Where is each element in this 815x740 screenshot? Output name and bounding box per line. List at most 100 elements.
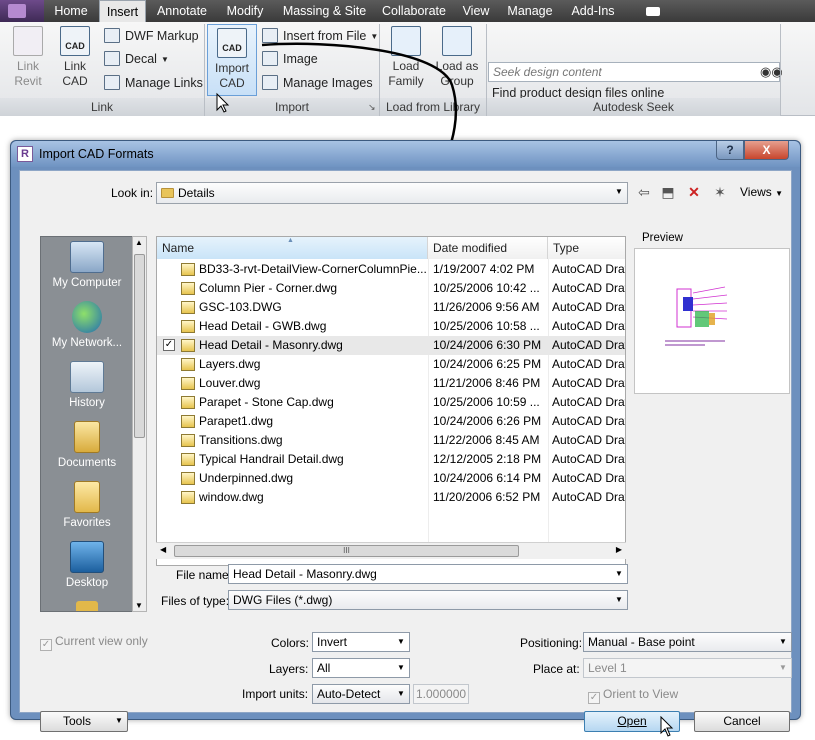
file-type-cell: AutoCAD Draw — [552, 357, 626, 371]
look-in-dropdown[interactable]: Details ▼ — [156, 182, 628, 204]
load-as-group-icon — [442, 26, 472, 56]
scrollbar-thumb[interactable]: III — [174, 545, 519, 557]
import-cad-button[interactable]: CAD Import CAD — [207, 24, 257, 96]
tab-annotate[interactable]: Annotate — [150, 0, 214, 22]
places-scrollbar[interactable]: ▲ ▼ — [132, 236, 147, 612]
manage-images-button[interactable]: Manage Images — [262, 73, 373, 93]
load-as-group-button[interactable]: Load as Group — [433, 26, 481, 89]
dwf-markup-button[interactable]: DWF Markup — [104, 26, 199, 46]
import-units-value: Auto-Detect — [317, 687, 381, 701]
file-row[interactable]: ✓ Head Detail - Masonry.dwg 10/24/2006 6:3… — [157, 336, 625, 355]
scroll-down-icon[interactable]: ▼ — [135, 601, 143, 610]
current-view-only-checkbox[interactable]: ✓ Current view only — [40, 634, 148, 651]
import-units-dropdown[interactable]: Auto-Detect ▼ — [312, 684, 410, 704]
file-row[interactable]: window.dwg 11/20/2006 6:52 PM AutoCAD Draw — [157, 488, 625, 507]
seek-search-input[interactable]: Seek design content — [488, 62, 780, 82]
dialog-title: Import CAD Formats — [39, 147, 154, 161]
file-list-hscrollbar[interactable]: ◀ III ▶ — [156, 542, 626, 559]
dialog-client-area: Look in: Details ▼ ⇦ ⬒ ✕ ✶ Views ▼ Previ… — [19, 170, 792, 737]
back-icon[interactable]: ⇦ — [634, 182, 654, 202]
file-row[interactable]: BD33-3-rvt-DetailView-CornerColumnPie...… — [157, 260, 625, 279]
place-at-dropdown[interactable]: Level 1 ▼ — [583, 658, 792, 678]
dialog-launcher-icon[interactable]: ↘ — [368, 102, 376, 113]
place-my-network[interactable]: My Network... — [41, 301, 133, 349]
ribbon-minimize-icon[interactable] — [646, 7, 660, 16]
link-cad-button[interactable]: CAD Link CAD — [56, 26, 94, 89]
cancel-button[interactable]: Cancel — [694, 711, 790, 732]
column-header-label: Name — [162, 241, 195, 255]
insert-from-file-button[interactable]: Insert from File ▼ — [262, 26, 378, 46]
network-globe-icon — [72, 301, 102, 333]
tab-home[interactable]: Home — [48, 0, 94, 22]
load-family-button[interactable]: Load Family — [385, 26, 427, 89]
dwg-file-icon — [181, 263, 195, 276]
tab-manage[interactable]: Manage — [504, 0, 556, 22]
tools-menu-button[interactable]: Tools ▼ — [40, 711, 128, 732]
units-factor-field[interactable]: 1.000000 — [413, 684, 469, 704]
tab-add-ins[interactable]: Add-Ins — [568, 0, 618, 22]
place-desktop[interactable]: Desktop — [41, 541, 133, 589]
scrollbar-thumb[interactable] — [134, 254, 145, 438]
file-row[interactable]: Louver.dwg 11/21/2006 8:46 PM AutoCAD Draw — [157, 374, 625, 393]
place-history[interactable]: History — [41, 361, 133, 409]
colors-dropdown[interactable]: Invert ▼ — [312, 632, 410, 652]
tab-view[interactable]: View — [458, 0, 494, 22]
decal-button[interactable]: Decal ▼ — [104, 49, 169, 69]
column-header-date-modified[interactable]: Date modified — [428, 237, 548, 259]
manage-links-button[interactable]: Manage Links — [104, 73, 203, 93]
open-label: Open — [617, 714, 647, 728]
file-row[interactable]: GSC-103.DWG 11/26/2006 9:56 AM AutoCAD Dra… — [157, 298, 625, 317]
file-row[interactable]: Head Detail - GWB.dwg 10/25/2006 10:58 ..… — [157, 317, 625, 336]
file-row[interactable]: Column Pier - Corner.dwg 10/25/2006 10:42… — [157, 279, 625, 298]
file-row[interactable]: Underpinned.dwg 10/24/2006 6:14 PM AutoCAD… — [157, 469, 625, 488]
application-menu-button[interactable] — [0, 0, 44, 22]
place-favorites[interactable]: Favorites — [41, 481, 133, 529]
place-label: My Computer — [52, 277, 122, 289]
file-name-cell: Column Pier - Corner.dwg — [199, 281, 338, 295]
file-name-cell: GSC-103.DWG — [199, 300, 282, 314]
link-revit-button[interactable]: Link Revit — [6, 26, 50, 89]
column-header-type[interactable]: Type — [548, 237, 625, 259]
place-more[interactable] — [41, 601, 133, 611]
tab-collaborate[interactable]: Collaborate — [378, 0, 450, 22]
import-cad-dialog: R Import CAD Formats ? X Look in: Detail… — [10, 140, 801, 737]
place-my-computer[interactable]: My Computer — [41, 241, 133, 289]
tab-modify[interactable]: Modify — [220, 0, 270, 22]
close-button[interactable]: X — [744, 141, 789, 160]
tab-massing-site[interactable]: Massing & Site — [277, 0, 372, 22]
positioning-dropdown[interactable]: Manual - Base point ▼ — [583, 632, 792, 652]
place-documents[interactable]: Documents — [41, 421, 133, 469]
file-name-cell: Head Detail - GWB.dwg — [199, 319, 327, 333]
layers-label: Layers: — [269, 662, 309, 676]
file-row[interactable]: Parapet1.dwg 10/24/2006 6:26 PM AutoCAD Dr… — [157, 412, 625, 431]
checkbox-checked-icon: ✓ — [40, 639, 52, 651]
file-name-field[interactable]: Head Detail - Masonry.dwg ▼ — [228, 564, 628, 584]
file-row[interactable]: Parapet - Stone Cap.dwg 10/25/2006 10:59 … — [157, 393, 625, 412]
places-bar: My Computer My Network... History Docume… — [40, 236, 147, 612]
up-one-level-icon[interactable]: ⬒ — [658, 182, 678, 202]
views-menu-button[interactable]: Views ▼ — [740, 185, 783, 199]
help-button[interactable]: ? — [716, 141, 744, 160]
file-row[interactable]: Transitions.dwg 11/22/2006 8:45 AM AutoCAD… — [157, 431, 625, 450]
file-type-cell: AutoCAD Draw — [552, 338, 626, 352]
file-row[interactable]: Layers.dwg 10/24/2006 6:25 PM AutoCAD Draw — [157, 355, 625, 374]
files-of-type-value: DWG Files (*.dwg) — [233, 593, 333, 607]
place-at-label: Place at: — [533, 662, 580, 676]
image-button[interactable]: Image — [262, 49, 318, 69]
layers-dropdown[interactable]: All ▼ — [312, 658, 410, 678]
files-of-type-dropdown[interactable]: DWG Files (*.dwg) ▼ — [228, 590, 628, 610]
checkbox-checked-icon[interactable]: ✓ — [163, 339, 175, 351]
orient-to-view-checkbox[interactable]: ✓ Orient to View — [588, 687, 678, 704]
scroll-left-icon[interactable]: ◀ — [160, 545, 166, 554]
delete-icon[interactable]: ✕ — [684, 182, 704, 202]
ribbon-tab-bar: Home Insert Annotate Modify Massing & Si… — [0, 0, 815, 22]
column-header-name[interactable]: Name ▲ — [157, 237, 428, 259]
image-label: Image — [283, 52, 318, 66]
scroll-right-icon[interactable]: ▶ — [616, 545, 622, 554]
file-date-cell: 11/26/2006 9:56 AM — [433, 300, 540, 314]
new-folder-icon[interactable]: ✶ — [710, 182, 730, 202]
colors-value: Invert — [317, 635, 348, 649]
file-row[interactable]: Typical Handrail Detail.dwg 12/12/2005 2:… — [157, 450, 625, 469]
tab-insert[interactable]: Insert — [99, 0, 146, 22]
scroll-up-icon[interactable]: ▲ — [135, 238, 143, 247]
